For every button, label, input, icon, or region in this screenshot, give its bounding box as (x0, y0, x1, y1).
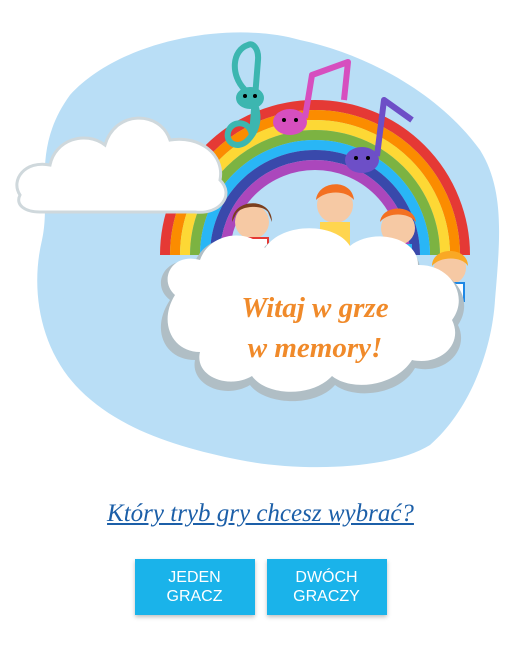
welcome-line-2: w memory! (247, 332, 383, 364)
welcome-illustration (15, 32, 500, 468)
two-players-button[interactable]: DWÓCH GRACZY (266, 559, 387, 615)
two-players-label: DWÓCH GRACZY (293, 569, 360, 605)
single-player-button[interactable]: JEDEN GRACZ (134, 559, 255, 615)
single-player-label: JEDEN GRACZ (166, 569, 223, 605)
mode-question: Który tryb gry chcesz wybrać? (107, 500, 414, 527)
welcome-heading: Witaj w grze w memory! (195, 288, 435, 368)
welcome-line-1: Witaj w grze (241, 292, 389, 324)
mode-buttons: JEDEN GRACZ DWÓCH GRACZY (0, 559, 521, 615)
